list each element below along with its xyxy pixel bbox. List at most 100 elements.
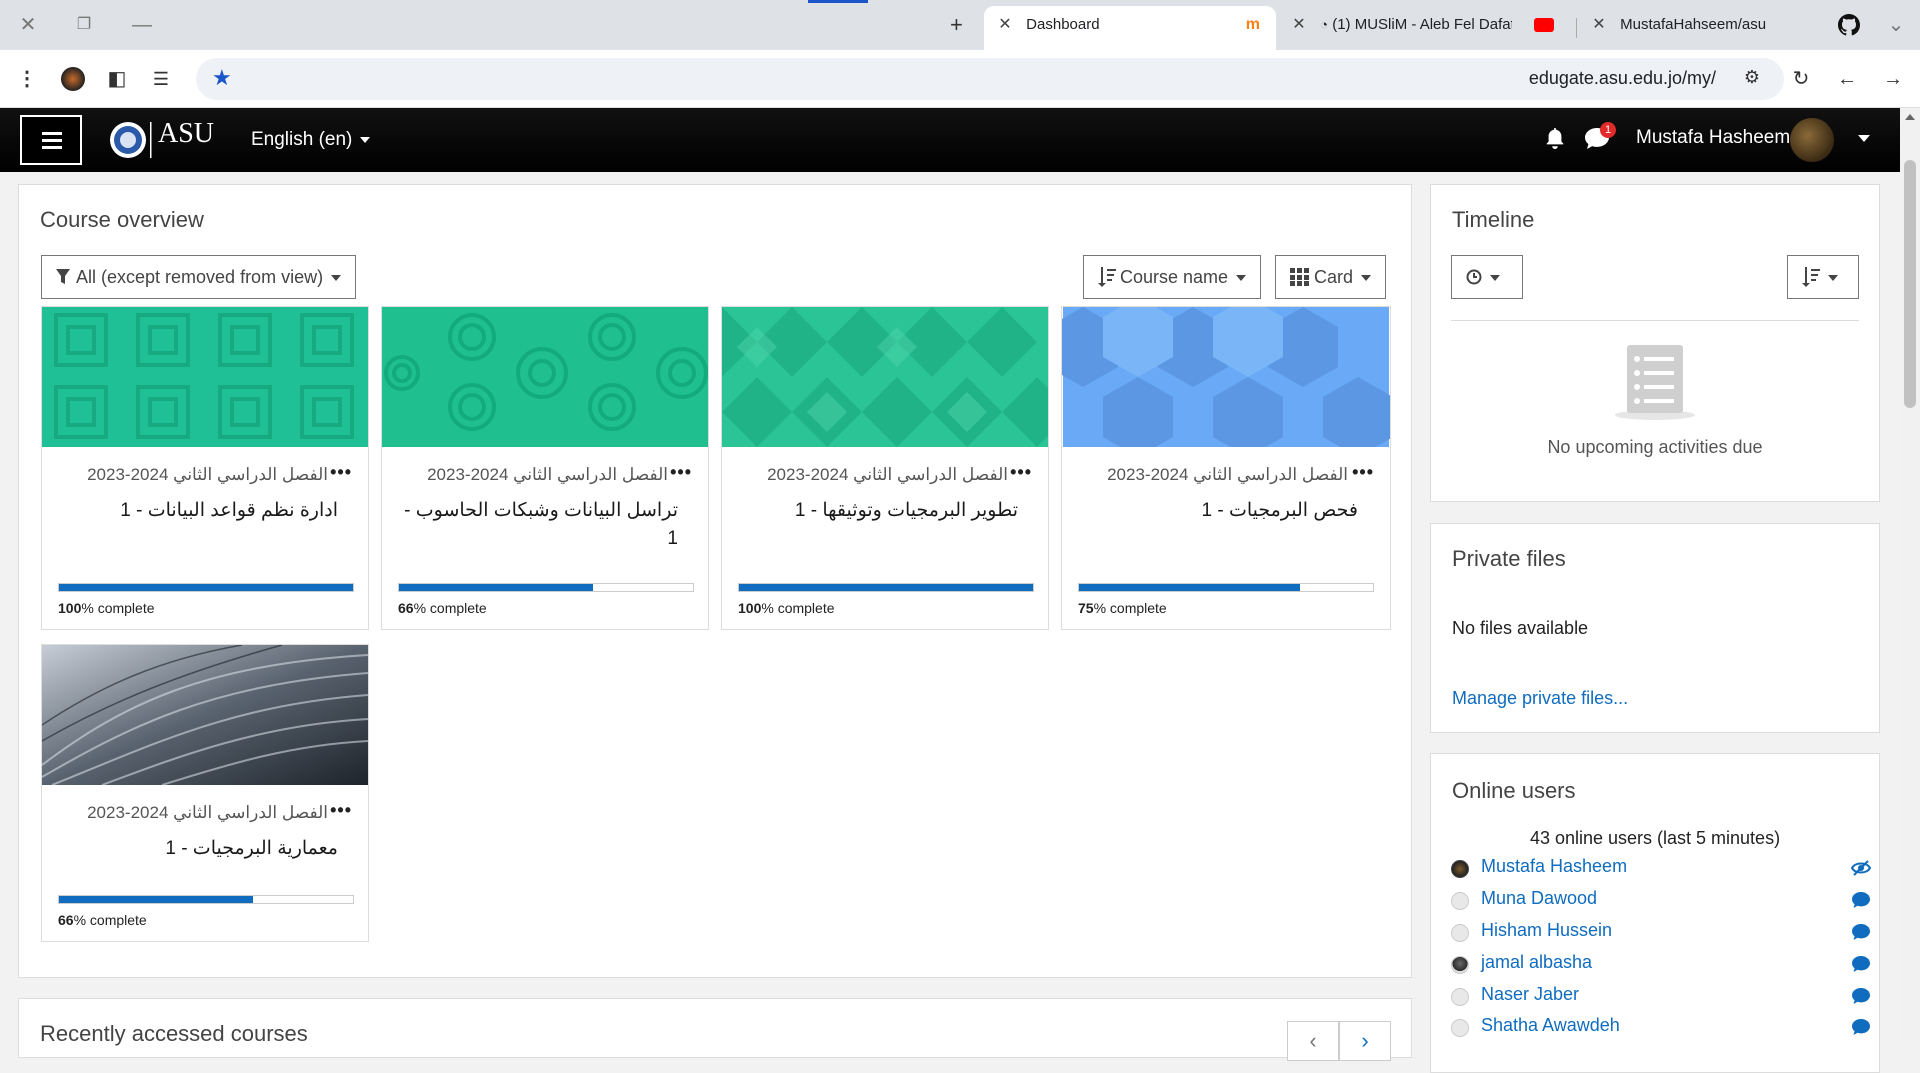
online-user-name[interactable]: Shatha Awawdeh [1481, 1015, 1620, 1036]
course-image[interactable] [722, 307, 1072, 447]
timeline-sort-button[interactable] [1787, 255, 1859, 299]
tab-search-icon[interactable]: ⌄ [1880, 12, 1912, 38]
minimize-window-icon[interactable]: — [126, 12, 158, 38]
course-card[interactable]: الفصل الدراسي الثاني 2024-2023 ••• فحص ا… [1048, 297, 1393, 630]
online-user-row: Naser Jaber [1451, 984, 1871, 1008]
url-text[interactable]: edugate.asu.edu.jo/my/ [1529, 68, 1716, 89]
avatar[interactable] [1451, 988, 1469, 1006]
restore-window-icon[interactable]: ❐ [68, 12, 100, 38]
close-tab-icon[interactable]: ✕ [1590, 6, 1608, 44]
next-page-button[interactable]: › [1339, 1021, 1391, 1061]
course-actions-menu-icon[interactable]: ••• [330, 462, 352, 483]
course-card[interactable]: الفصل الدراسي الثاني 2024-2023 ••• معمار… [41, 644, 369, 942]
course-actions-menu-icon[interactable]: ••• [1352, 462, 1374, 483]
course-name-link[interactable]: تراسل البيانات وشبكات الحاسوب - 1 [398, 497, 678, 553]
omnibox[interactable]: ★ edugate.asu.edu.jo/my/ ⚙ [196, 58, 1784, 100]
course-image[interactable] [42, 307, 368, 447]
tab-youtube[interactable]: ✕ ◔ (1) MUSliM - Aleb Fel Dafat [1286, 6, 1576, 50]
course-card[interactable]: الفصل الدراسي الثاني 2024-2023 ••• ادارة… [41, 306, 369, 630]
view-mode-button[interactable]: Card [1275, 255, 1387, 299]
sort-icon [1802, 267, 1820, 287]
message-icon[interactable] [1851, 955, 1871, 973]
course-category: الفصل الدراسي الثاني 2024-2023 [767, 465, 1008, 484]
visibility-eye-icon[interactable] [1851, 859, 1871, 877]
chevron-down-icon [1236, 275, 1247, 282]
reading-list-icon[interactable]: ☰ [146, 64, 176, 94]
new-tab-button[interactable]: + [950, 12, 963, 38]
chevron-down-icon [1828, 275, 1838, 282]
forward-arrow-icon[interactable]: → [1878, 64, 1908, 94]
course-image[interactable] [382, 307, 708, 447]
online-user-name[interactable]: Naser Jaber [1481, 984, 1579, 1005]
message-icon[interactable] [1851, 891, 1871, 909]
online-user-name[interactable]: jamal albasha [1481, 952, 1592, 973]
message-icon[interactable] [1851, 923, 1871, 941]
course-card[interactable]: الفصل الدراسي الثاني 2024-2023 ••• تراسل… [381, 306, 709, 630]
site-logo[interactable]: ASU [108, 118, 216, 162]
avatar[interactable] [1451, 924, 1469, 942]
reload-icon[interactable]: ↻ [1786, 64, 1816, 94]
page-scrollbar[interactable] [1900, 108, 1920, 1041]
recently-accessed-block: Recently accessed courses ‹ › [18, 998, 1412, 1061]
drawer-toggle-button[interactable] [20, 115, 82, 165]
close-tab-icon[interactable]: ✕ [1290, 6, 1308, 44]
close-window-icon[interactable]: ✕ [12, 12, 44, 38]
course-actions-menu-icon[interactable]: ••• [330, 800, 352, 821]
course-card[interactable]: الفصل الدراسي الثاني 2024-2023 ••• تطوير… [721, 306, 1072, 630]
course-name-link[interactable]: معمارية البرمجيات - 1 [58, 835, 338, 863]
menu-kebab-icon[interactable]: ⋮ [12, 64, 42, 94]
user-avatar[interactable] [1790, 118, 1834, 162]
course-image[interactable] [1048, 297, 1393, 457]
avatar[interactable] [1451, 1019, 1469, 1037]
filter-icon [56, 269, 70, 284]
course-name-link[interactable]: ادارة نظم قواعد البيانات - 1 [58, 497, 338, 525]
course-progress-fill [1079, 584, 1300, 591]
course-progress-text: 66% complete [58, 912, 147, 928]
online-user-row: Hisham Hussein [1451, 920, 1871, 944]
back-arrow-icon[interactable]: ← [1832, 64, 1862, 94]
course-name-link[interactable]: تطوير البرمجيات وتوثيقها - 1 [738, 497, 1018, 525]
tab-title: Dashboard [1026, 16, 1100, 33]
course-progress-suffix: % complete [81, 600, 155, 616]
timeline-empty-text: No upcoming activities due [1547, 437, 1763, 457]
close-tab-icon[interactable]: ✕ [996, 6, 1014, 44]
profile-avatar[interactable] [58, 64, 88, 94]
timeline-title: Timeline [1452, 207, 1535, 232]
sidebar-icon[interactable]: ◧ [102, 64, 132, 94]
course-progress-fill [59, 584, 353, 591]
online-user-row: Shatha Awawdeh [1451, 1015, 1871, 1039]
timeline-day-filter-button[interactable] [1451, 255, 1523, 299]
scrollbar-thumb[interactable] [1904, 160, 1916, 408]
course-name-link[interactable]: فحص البرمجيات - 1 [1078, 497, 1358, 525]
avatar[interactable] [1451, 860, 1469, 878]
message-icon[interactable] [1851, 1018, 1871, 1036]
tab-dashboard[interactable]: ✕ Dashboard m [984, 6, 1276, 50]
scroll-up-icon[interactable] [1905, 114, 1915, 120]
course-category: الفصل الدراسي الثاني 2024-2023 [427, 465, 668, 484]
user-menu-chevron-icon[interactable] [1858, 135, 1870, 142]
tab-loading-indicator [808, 0, 868, 3]
site-settings-icon[interactable]: ⚙ [1744, 67, 1760, 88]
sort-button[interactable]: Course name [1083, 255, 1262, 299]
course-actions-menu-icon[interactable]: ••• [670, 462, 692, 483]
avatar[interactable] [1451, 956, 1469, 974]
manage-private-files-link[interactable]: Manage private files... [1452, 688, 1628, 709]
bell-icon[interactable] [1544, 126, 1566, 150]
user-menu-name[interactable]: Mustafa Hasheem [1636, 127, 1790, 149]
online-user-name[interactable]: Muna Dawood [1481, 888, 1597, 909]
course-actions-menu-icon[interactable]: ••• [1010, 462, 1032, 483]
online-user-row: jamal albasha [1451, 952, 1871, 976]
course-image[interactable] [41, 644, 369, 786]
avatar[interactable] [1451, 892, 1469, 910]
message-icon[interactable] [1851, 987, 1871, 1005]
tab-separator [1576, 18, 1577, 38]
online-user-name[interactable]: Mustafa Hasheem [1481, 856, 1627, 877]
browser-toolbar: ⋮ ◧ ☰ ★ edugate.asu.edu.jo/my/ ⚙ ↻ ← → [0, 50, 1920, 108]
tab-github[interactable]: ✕ MustafaHahseem/asu [1580, 6, 1840, 50]
audio-playing-icon: ◔ [1320, 17, 1329, 32]
previous-page-button[interactable]: ‹ [1287, 1021, 1339, 1061]
bookmark-star-icon[interactable]: ★ [212, 65, 232, 91]
language-menu[interactable]: English (en) [251, 129, 371, 151]
grouping-filter-button[interactable]: All (except removed from view) [41, 255, 357, 299]
online-user-name[interactable]: Hisham Hussein [1481, 920, 1612, 941]
